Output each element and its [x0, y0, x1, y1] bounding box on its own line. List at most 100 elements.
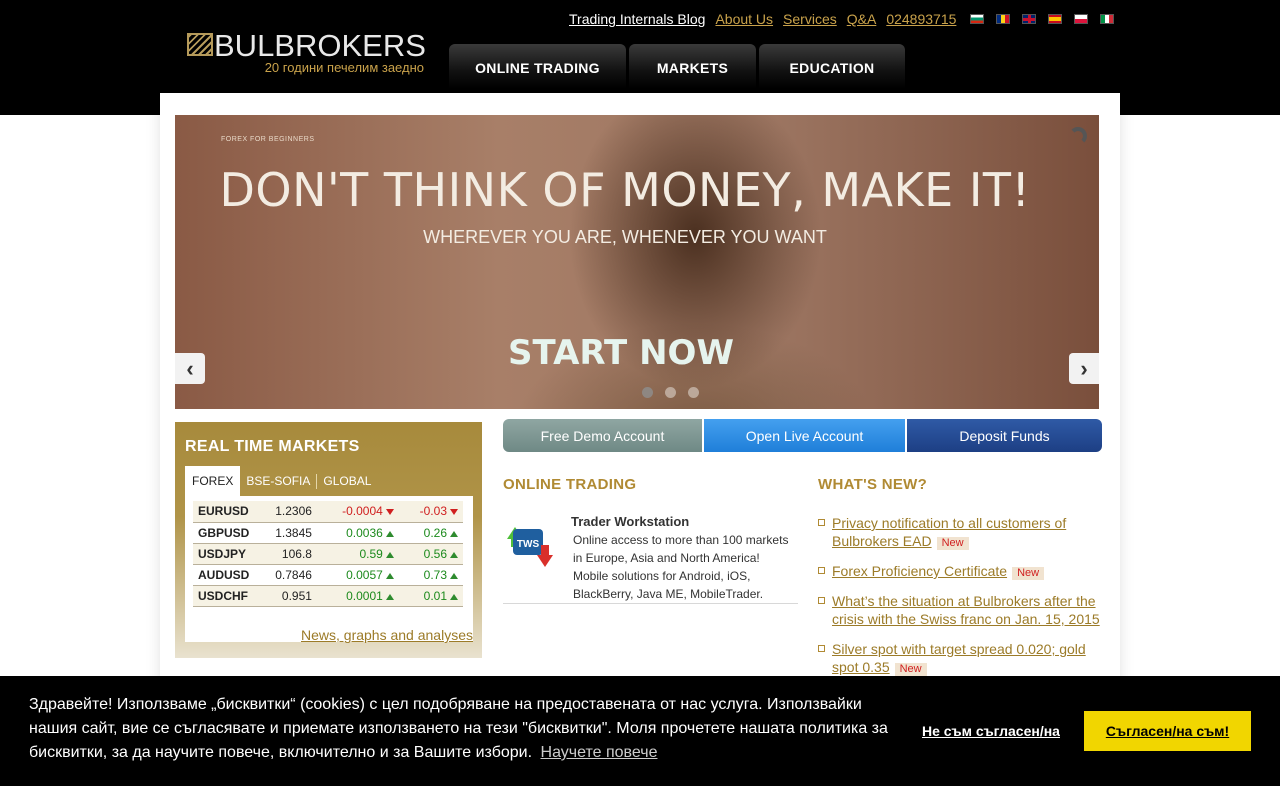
open-live-account-button[interactable]: Open Live Account	[704, 419, 905, 452]
tws-description: Online access to more than 100 markets i…	[573, 533, 789, 601]
cookie-learn-more-link[interactable]: Научете повече	[541, 744, 658, 761]
arrow-up-icon	[385, 530, 394, 537]
arrow-down-icon	[385, 509, 394, 516]
cookie-banner: Здравейте! Използваме „бисквитки“ (cooki…	[0, 676, 1280, 786]
quote-change-value: 0.0036	[346, 525, 383, 540]
main-nav: ONLINE TRADING MARKETS EDUCATION	[449, 44, 908, 90]
quote-change-value: 0.0057	[346, 567, 383, 582]
quote-percent-value: -0.03	[419, 504, 447, 519]
pl-flag-icon[interactable]	[1074, 14, 1089, 24]
quote-symbol: AUDUSD	[193, 564, 255, 586]
quote-price: 0.7846	[255, 564, 317, 586]
bg-flag-icon[interactable]	[970, 14, 985, 24]
table-row[interactable]: GBPUSD 1.3845 0.0036 0.26	[193, 522, 463, 544]
ro-flag-icon[interactable]	[996, 14, 1011, 24]
quote-price: 106.8	[255, 543, 317, 565]
hero-banner[interactable]: FOREX FOR BEGINNERS DON'T THINK OF MONEY…	[175, 115, 1099, 409]
table-row[interactable]: USDJPY 106.8 0.59 0.56	[193, 543, 463, 565]
arrow-up-icon	[450, 551, 458, 558]
slider-next-button[interactable]: ›	[1069, 353, 1099, 384]
divider	[503, 603, 798, 604]
quote-change-value: 0.59	[359, 546, 383, 561]
tab-bse-sofia[interactable]: BSE-SOFIA	[240, 473, 318, 489]
table-row[interactable]: AUDUSD 0.7846 0.0057 0.73	[193, 564, 463, 586]
slider-dot[interactable]	[688, 387, 699, 398]
quote-change-value: -0.0004	[342, 504, 383, 519]
it-flag-icon[interactable]	[1100, 14, 1115, 24]
deposit-funds-button[interactable]: Deposit Funds	[907, 419, 1102, 452]
chevron-right-icon: ›	[1080, 355, 1088, 381]
arrow-up-icon	[450, 572, 458, 579]
nav-tab-education[interactable]: EDUCATION	[759, 44, 905, 90]
slider-prev-button[interactable]: ‹	[175, 353, 205, 384]
tws-title[interactable]: Trader Workstation	[571, 514, 689, 529]
nav-tab-markets[interactable]: MARKETS	[629, 44, 756, 90]
news-link[interactable]: Forex Proficiency Certificate	[832, 563, 1007, 579]
tab-forex[interactable]: FOREX	[185, 466, 241, 496]
es-flag-icon[interactable]	[1048, 14, 1063, 24]
about-link[interactable]: About Us	[715, 11, 773, 27]
quote-symbol: USDJPY	[193, 543, 255, 565]
banner-subtitle: WHEREVER YOU ARE, WHENEVER YOU WANT	[423, 227, 827, 247]
quote-change: 0.59	[316, 543, 399, 565]
cookie-accept-button[interactable]: Съгласен/на съм!	[1084, 711, 1251, 751]
quote-symbol: EURUSD	[193, 501, 255, 523]
blog-link[interactable]: Trading Internals Blog	[569, 11, 705, 27]
slider-dot[interactable]	[665, 387, 676, 398]
new-badge: New	[1012, 567, 1045, 580]
news-link[interactable]: Silver spot with target spread 0.020; go…	[832, 641, 1086, 675]
markets-title: REAL TIME MARKETS	[185, 438, 360, 455]
banner-title: DON'T THINK OF MONEY, MAKE IT!	[219, 163, 1031, 217]
cookie-decline-button[interactable]: Не съм съгласен/на	[922, 723, 1060, 739]
quote-change: 0.0036	[316, 522, 399, 544]
markets-tabs: FOREX BSE-SOFIA GLOBAL	[185, 466, 377, 496]
tab-global[interactable]: GLOBAL	[317, 474, 377, 489]
logo[interactable]: BULBROKERS 20 години печелим заедно	[186, 28, 426, 78]
quote-percent: 0.56	[398, 543, 463, 565]
qa-link[interactable]: Q&A	[847, 11, 877, 27]
arrow-up-icon	[385, 551, 394, 558]
quote-percent: 0.01	[398, 585, 463, 607]
nav-tab-online-trading[interactable]: ONLINE TRADING	[449, 44, 626, 90]
logo-tagline: 20 години печелим заедно	[264, 60, 424, 75]
quotes-table: EURUSD 1.2306 -0.0004 -0.03 GBPUSD 1.3845 0.00…	[193, 501, 463, 607]
quote-percent: 0.26	[398, 522, 463, 544]
gb-flag-icon[interactable]	[1022, 14, 1037, 24]
tws-icon[interactable]: TWS	[505, 517, 555, 567]
list-item: Privacy notification to all customers of…	[818, 514, 1108, 550]
banner-kicker: FOREX FOR BEGINNERS	[221, 136, 315, 143]
free-demo-account-button[interactable]: Free Demo Account	[503, 419, 702, 452]
arrow-up-icon	[385, 572, 394, 579]
arrow-up-icon	[385, 593, 394, 600]
quote-percent: 0.73	[398, 564, 463, 586]
phone-link[interactable]: 024893715	[886, 11, 956, 27]
start-now-button[interactable]: START NOW	[175, 333, 1067, 373]
news-link[interactable]: What’s the situation at Bulbrokers after…	[832, 593, 1100, 627]
markets-panel: EURUSD 1.2306 -0.0004 -0.03 GBPUSD 1.3845 0.00…	[185, 496, 473, 642]
chevron-left-icon: ‹	[186, 355, 194, 381]
table-row[interactable]: EURUSD 1.2306 -0.0004 -0.03	[193, 501, 463, 523]
slider-dots	[642, 387, 711, 398]
table-row[interactable]: USDCHF 0.951 0.0001 0.01	[193, 585, 463, 607]
language-flags	[970, 14, 1126, 24]
logo-name: BULBROKERS	[214, 28, 426, 63]
loading-spinner-icon	[1069, 127, 1087, 145]
slider-dot[interactable]	[642, 387, 653, 398]
list-item: Silver spot with target spread 0.020; go…	[818, 640, 1108, 676]
services-link[interactable]: Services	[783, 11, 837, 27]
news-graphs-link[interactable]: News, graphs and analyses	[301, 627, 473, 643]
list-item: Forex Proficiency Certificate New	[818, 562, 1108, 580]
cookie-message: Здравейте! Използваме „бисквитки“ (cooki…	[29, 693, 909, 765]
quote-price: 1.2306	[255, 501, 317, 523]
quote-change-value: 0.0001	[346, 588, 383, 603]
quote-percent-value: 0.73	[423, 567, 447, 582]
quote-percent-value: 0.56	[423, 546, 447, 561]
arrow-up-icon	[450, 593, 458, 600]
arrow-down-icon	[450, 509, 458, 516]
quote-price: 1.3845	[255, 522, 317, 544]
real-time-markets: REAL TIME MARKETS FOREX BSE-SOFIA GLOBAL…	[175, 422, 482, 658]
quote-change: 0.0001	[316, 585, 399, 607]
quote-percent-value: 0.01	[423, 588, 447, 603]
cookie-text: Здравейте! Използваме „бисквитки“ (cooki…	[29, 696, 888, 761]
quote-symbol: USDCHF	[193, 585, 255, 607]
